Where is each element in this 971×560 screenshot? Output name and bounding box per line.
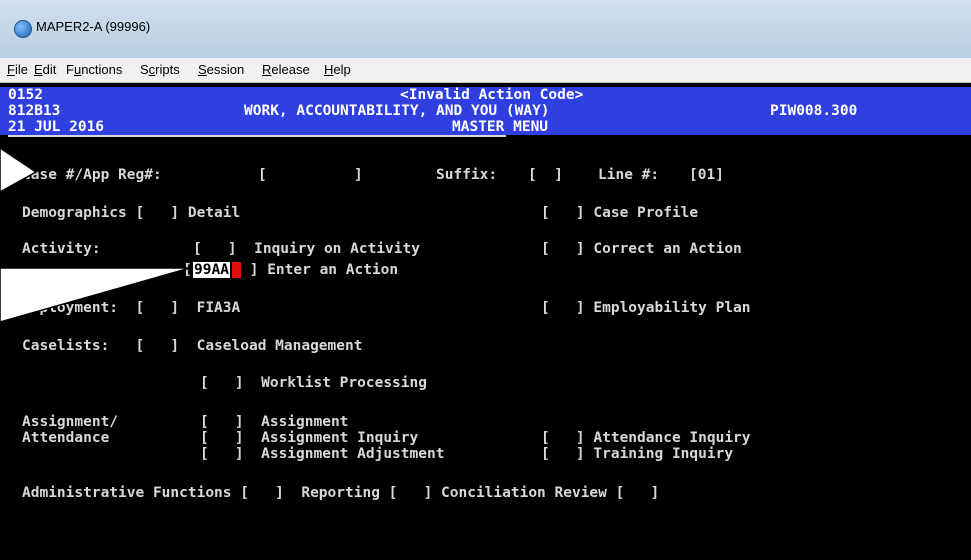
callout-arrow-action	[0, 267, 191, 323]
terminal-window: MAPER2-A (99996) File Edit Functions Scr…	[0, 0, 971, 560]
callout-pointers	[0, 147, 191, 323]
callout-arrow-case	[0, 147, 38, 193]
